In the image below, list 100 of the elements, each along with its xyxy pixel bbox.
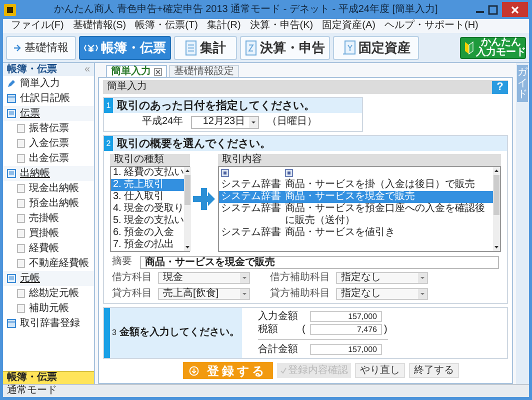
field-label: 合計金額	[258, 344, 299, 356]
table-cell-text: 商品・サービスを値引き	[285, 227, 396, 239]
list-item[interactable]: 1. 経費の支払い	[111, 167, 184, 179]
sidebar-item[interactable]: 経費帳	[3, 241, 94, 256]
dropdown-icon	[249, 116, 258, 128]
menu-item[interactable]: 集計(R)	[206, 20, 241, 32]
document-icon	[342, 40, 356, 56]
close-icon	[511, 6, 519, 14]
table-cell-text: 商品・サービスを掛（入金は後日）で販売	[285, 179, 476, 191]
amount-field[interactable]: 157,000	[310, 344, 382, 355]
sidebar-item[interactable]: 仕訳日記帳	[3, 91, 94, 106]
toolbar-button[interactable]: 決算・申告	[240, 36, 330, 60]
table-row[interactable]: システム辞書 商品・サービスを掛（入金は後日）で販売	[219, 179, 493, 191]
sidebar-item[interactable]: 現金出納帳	[3, 181, 94, 196]
folder-icon	[7, 169, 16, 178]
document-icon	[185, 40, 197, 56]
table-row[interactable]: システム辞書 商品・サービスを値引き	[219, 227, 493, 239]
step-number: 3	[111, 327, 116, 339]
sidebar-item[interactable]: 売掛帳	[3, 211, 94, 226]
pen-icon	[7, 79, 16, 88]
sidebar-item[interactable]: 振替伝票	[3, 121, 94, 136]
column-icon	[221, 169, 229, 177]
sidebar-item[interactable]: 入金伝票	[3, 136, 94, 151]
era-year: 平成24年	[142, 116, 184, 128]
sidebar-item[interactable]: 出納帳	[3, 166, 94, 181]
field-label: 摘要	[112, 256, 132, 268]
sidebar-item[interactable]: 元帳	[3, 271, 94, 286]
toolbar-button[interactable]: 集計	[174, 36, 237, 60]
tab[interactable]: 基礎情報設定	[169, 65, 239, 77]
sidebar-item[interactable]: 簡単入力	[3, 76, 94, 91]
table-cell-text: 商品・サービスを現金で販売	[285, 191, 416, 202]
sidebar-title: 帳簿・伝票	[7, 64, 57, 76]
amount-field[interactable]: 157,000	[310, 311, 382, 322]
list-item[interactable]: 4. 現金の受取り	[111, 203, 184, 215]
list-item[interactable]: 5. 現金の支払い	[111, 215, 184, 227]
folder-icon	[7, 274, 16, 283]
field-label: 借方科目	[112, 272, 152, 284]
menu-item[interactable]: ヘルプ・サポート(H)	[384, 20, 478, 32]
table-row[interactable]: システム辞書 商品・サービスを預金口座への入金を確認後に販売（送付）	[219, 203, 493, 227]
dropdown-icon	[240, 273, 249, 283]
date-field[interactable]: 12月23日	[191, 116, 260, 128]
parenthesis: (	[302, 324, 306, 336]
easy-mode-button[interactable]: かんたん 入力モード	[460, 36, 526, 58]
parenthesis: )	[383, 324, 388, 336]
list-item[interactable]: 6. 預金の入金	[111, 227, 184, 239]
tab[interactable]: 簡単入力	[106, 65, 167, 77]
window-title: かんたん商人 青色申告+確定申告 2013 通常モード - デネット - 平成24年度 [簡単入力]	[53, 4, 439, 16]
table-cell-text: システム辞書	[220, 203, 282, 215]
action-button[interactable]: やり直し	[355, 363, 405, 378]
dropdown-icon	[418, 289, 427, 299]
book-icon	[7, 94, 16, 103]
menu-item[interactable]: ファイル(F)	[11, 20, 64, 32]
toolbar-button[interactable]: 帳簿・伝票	[79, 36, 171, 60]
sidebar-item[interactable]: 伝票	[3, 106, 94, 121]
field-label: 入力金額	[258, 310, 299, 322]
download-circle-icon	[189, 366, 199, 376]
dropdown-icon	[418, 273, 427, 283]
folder-icon	[7, 109, 16, 118]
beginner-mark-icon	[464, 40, 474, 54]
account-dropdown[interactable]: 売上高[飲食]	[158, 288, 250, 300]
summary-field[interactable]: 商品・サービスを現金で販売	[140, 256, 499, 268]
document-icon	[245, 40, 257, 56]
sidebar-item[interactable]: 不動産経費帳	[3, 256, 94, 271]
action-button[interactable]: 終了する	[409, 363, 459, 378]
yen-icon	[84, 42, 98, 54]
sidebar-item[interactable]: 補助元帳	[3, 301, 94, 316]
close-button[interactable]	[502, 2, 528, 17]
step-number: 1	[104, 98, 113, 113]
list-header: 取引の種類	[110, 154, 190, 166]
check-icon	[280, 367, 287, 374]
step-number: 2	[104, 136, 113, 151]
status-bar: 通常モード	[3, 384, 529, 397]
transaction-type-list[interactable]: 1. 経費の支払い 2. 売上取引 3. 仕入取引 4. 現金の受取り 5. 現金の支払い 6. 預金の入金 7. 預金の払出	[110, 166, 190, 252]
toolbar-button[interactable]: 基礎情報	[6, 36, 76, 60]
panel-title: 簡単入力	[107, 81, 147, 93]
account-dropdown[interactable]: 指定なし	[336, 272, 428, 284]
menu-item[interactable]: 帳簿・伝票(T)	[135, 20, 198, 32]
menu-item[interactable]: 決算・申告(K)	[250, 20, 314, 32]
table-cell-text: システム辞書	[220, 227, 282, 239]
sidebar-item[interactable]: 取引辞書登録	[3, 316, 94, 331]
arrow-icon	[14, 44, 22, 52]
sidebar-item[interactable]: 預金出納帳	[3, 196, 94, 211]
account-dropdown[interactable]: 現金	[158, 272, 250, 284]
amount-field[interactable]: 7,476	[310, 324, 382, 335]
account-dropdown[interactable]: 指定なし	[336, 288, 428, 300]
weekday: （日曜日）	[267, 116, 318, 128]
plus-arrow-icon	[193, 188, 215, 210]
maximize-icon	[488, 4, 498, 14]
field-label: 税額	[258, 324, 279, 336]
menu-item[interactable]: 基礎情報(S)	[72, 20, 126, 32]
book-icon	[7, 319, 16, 328]
menu-item[interactable]: 固定資産(A)	[322, 20, 376, 32]
sidebar-item[interactable]: 総勘定元帳	[3, 286, 94, 301]
toolbar-button[interactable]: 固定資産	[333, 36, 419, 60]
sidebar-item[interactable]: 出金伝票	[3, 151, 94, 166]
transaction-content-list[interactable]: システム辞書 商品・サービスを掛（入金は後日）で販売 システム辞書 商品・サービスを現金で販売 システム辞書 商品・サービスを預金口座への入金を確認後に販売（送付） システム辞書 商品・サービスを値引き	[218, 166, 501, 252]
sidebar-item[interactable]: 買掛帳	[3, 226, 94, 241]
list-item[interactable]: 7. 預金の払出	[111, 239, 184, 251]
table-cell-text: 商品・サービスを預金口座への入金を確認後に販売（送付）	[285, 203, 486, 226]
list-item[interactable]: 3. 仕入取引	[111, 191, 184, 203]
